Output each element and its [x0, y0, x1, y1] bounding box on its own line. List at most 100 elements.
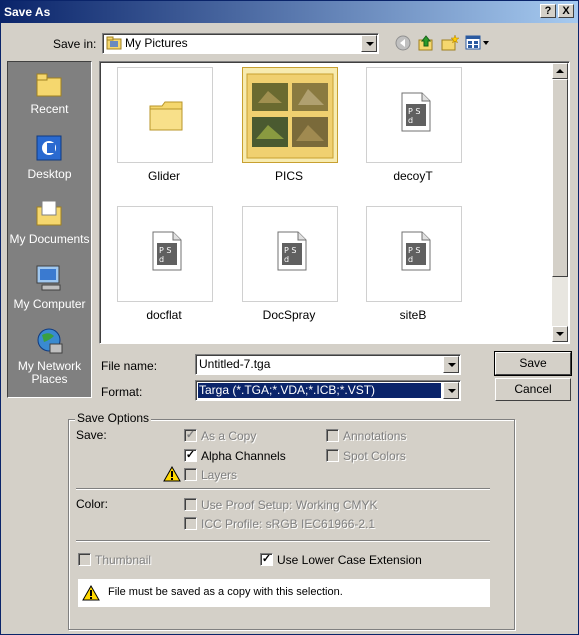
place-desktop[interactable]: Desktop	[8, 131, 91, 193]
file-item-docspray[interactable]: P S d DocSpray	[234, 204, 344, 334]
save-as-dialog: Save As ? X Save in: My Pictures Recent …	[0, 0, 579, 635]
format-select[interactable]: Targa (*.TGA;*.VDA;*.ICB;*.VST)	[195, 380, 461, 401]
spot-colors-label: Spot Colors	[343, 449, 406, 463]
thumbnail-checkbox[interactable]	[78, 553, 91, 566]
separator	[76, 540, 490, 542]
use-proof-setup-label: Use Proof Setup: Working CMYK	[201, 498, 378, 512]
svg-text:d: d	[284, 255, 289, 264]
layers-checkbox[interactable]	[184, 468, 197, 481]
place-label: My Network Places	[17, 359, 82, 386]
file-item-decoyt[interactable]: P S d decoyT	[358, 65, 468, 195]
place-my-computer[interactable]: My Computer	[8, 261, 91, 323]
chevron-down-icon[interactable]	[361, 35, 377, 52]
file-name: decoyT	[393, 169, 433, 183]
thumbnail	[117, 67, 213, 163]
save-button[interactable]: Save	[494, 351, 572, 376]
place-label: Desktop	[27, 167, 72, 181]
my-documents-icon	[36, 200, 62, 226]
vertical-scrollbar[interactable]	[552, 63, 568, 342]
chevron-down-icon[interactable]	[443, 382, 459, 399]
close-button[interactable]: X	[558, 4, 574, 18]
place-my-documents[interactable]: My Documents	[8, 196, 91, 258]
chevron-down-icon[interactable]	[443, 356, 459, 373]
window-title: Save As	[4, 5, 51, 19]
thumbnail	[242, 67, 338, 163]
scrollbar-thumb[interactable]	[552, 79, 568, 277]
save-label: Save:	[76, 428, 107, 442]
place-label: My Computer	[13, 297, 86, 311]
place-my-network-places[interactable]: My Network Places	[8, 324, 91, 396]
spot-colors-checkbox[interactable]	[326, 449, 339, 462]
layers-label: Layers	[201, 468, 238, 482]
annotations-checkbox[interactable]	[326, 429, 339, 442]
psd-file-icon: P S d	[401, 92, 431, 132]
svg-text:P S: P S	[159, 246, 171, 255]
warning-icon	[82, 585, 100, 601]
new-folder-icon[interactable]	[441, 34, 459, 52]
thumbnail: P S d	[366, 206, 462, 302]
cancel-button[interactable]: Cancel	[495, 378, 571, 401]
svg-text:P S: P S	[408, 246, 420, 255]
svg-text:d: d	[408, 255, 413, 264]
warning-text: File must be saved as a copy with this s…	[108, 586, 343, 598]
icc-profile-checkbox[interactable]	[184, 517, 197, 530]
file-list[interactable]: Glider PICS P S d decoyT P S d docflat P…	[99, 61, 570, 344]
help-button[interactable]: ?	[540, 4, 556, 18]
folder-icon	[149, 101, 183, 131]
svg-text:P S: P S	[284, 246, 296, 255]
my-computer-icon	[36, 265, 61, 291]
file-name: docflat	[146, 308, 182, 322]
psd-file-icon: P S d	[277, 231, 307, 271]
alpha-channels-checkbox[interactable]: ✓	[184, 449, 197, 462]
places-bar: Recent Desktop My Documents My Computer …	[7, 61, 92, 398]
chevron-down-icon	[556, 332, 564, 336]
file-item-docflat[interactable]: P S d docflat	[109, 204, 219, 334]
file-name: PICS	[274, 169, 303, 183]
place-recent[interactable]: Recent	[8, 66, 91, 128]
warning-icon	[163, 466, 181, 482]
file-item-pics[interactable]: PICS	[234, 65, 344, 195]
file-item-glider[interactable]: Glider	[109, 65, 219, 195]
as-a-copy-checkbox[interactable]: ✓	[184, 429, 197, 442]
place-label: Recent	[30, 102, 69, 116]
file-item-siteb[interactable]: P S d siteB	[358, 204, 468, 334]
chevron-up-icon	[556, 69, 564, 73]
thumbnail: P S d	[242, 206, 338, 302]
scroll-down-button[interactable]	[552, 326, 568, 342]
color-label: Color:	[76, 497, 109, 511]
lower-case-extension-checkbox[interactable]: ✓	[260, 553, 273, 566]
psd-file-icon: P S d	[152, 231, 182, 271]
psd-file-icon: P S d	[401, 231, 431, 271]
use-proof-setup-checkbox[interactable]	[184, 498, 197, 511]
warning-message-box: File must be saved as a copy with this s…	[78, 579, 490, 607]
save-in-value: My Pictures	[125, 36, 188, 50]
save-in-combo[interactable]: My Pictures	[102, 33, 379, 54]
svg-text:P S: P S	[408, 107, 420, 116]
view-menu-icon[interactable]	[465, 35, 491, 51]
file-name: siteB	[399, 308, 427, 322]
folder-icon	[106, 36, 122, 50]
as-a-copy-label: As a Copy	[201, 429, 257, 443]
file-name-combo[interactable]: Untitled-7.tga	[195, 354, 461, 375]
thumbnail: P S d	[117, 206, 213, 302]
format-label: Format:	[101, 385, 143, 399]
svg-text:d: d	[408, 116, 413, 125]
file-name: DocSpray	[262, 308, 316, 322]
lower-case-extension-label: Use Lower Case Extension	[277, 553, 422, 567]
up-folder-icon[interactable]	[417, 34, 435, 52]
separator	[76, 488, 490, 490]
title-bar[interactable]: Save As ? X	[1, 1, 578, 23]
recent-icon	[36, 73, 62, 97]
network-places-icon	[37, 328, 63, 354]
thumbnail: P S d	[366, 67, 462, 163]
thumbnail-label: Thumbnail	[95, 553, 152, 567]
file-name: Glider	[147, 169, 180, 183]
desktop-icon	[36, 135, 62, 161]
file-name-label: File name:	[101, 359, 158, 373]
back-icon[interactable]	[395, 35, 411, 51]
save-options-legend: Save Options	[75, 411, 152, 425]
photo-folder-icon	[246, 73, 334, 159]
file-name-value: Untitled-7.tga	[199, 357, 271, 371]
icc-profile-label: ICC Profile: sRGB IEC61966-2.1	[201, 517, 376, 531]
scroll-up-button[interactable]	[552, 63, 568, 79]
